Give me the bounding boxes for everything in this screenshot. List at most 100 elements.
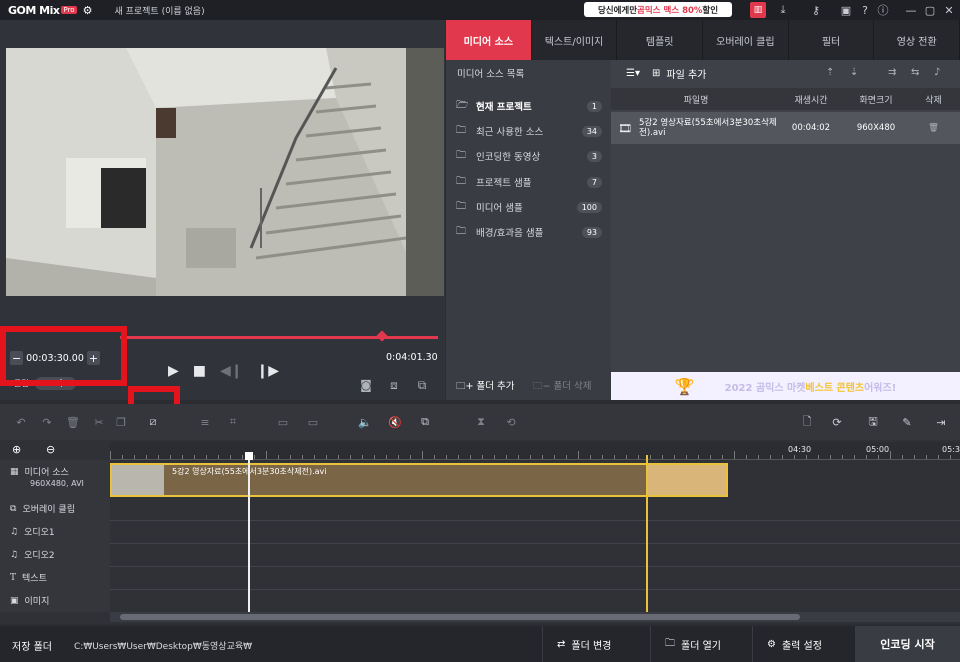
tab-media-source[interactable]: 미디어 소스 (446, 20, 532, 60)
replace-icon[interactable]: ⇆ (911, 67, 919, 78)
folder-add-button[interactable]: 🗀+ 폴더 추가 (456, 378, 514, 395)
total-duration: 0:04:01.30 (386, 352, 438, 363)
volume-icon[interactable]: 🔈 (356, 413, 374, 431)
ruler-tick (530, 455, 531, 459)
source-item-label: 프로젝트 샘플 (476, 178, 532, 189)
prev-frame-icon[interactable]: ◀❙ (220, 363, 243, 379)
crop-icon[interactable]: ⌗ (224, 413, 242, 431)
move-to-timeline-icon[interactable]: ⇉ (888, 67, 896, 78)
timeline-ruler[interactable] (110, 442, 960, 460)
promo-banner-button[interactable]: 당신에게만 곰믹스 맥스 80% 할인 (584, 2, 732, 17)
maximize-icon[interactable]: ▢ (922, 2, 938, 18)
source-item-bg-sfx-samples[interactable]: 🗀 배경/효과음 샘플 93 (456, 221, 602, 243)
file-duration: 00:04:02 (791, 123, 831, 133)
audio-icon[interactable]: ♪ (934, 67, 940, 78)
track-image[interactable]: ▣ 이미지 (10, 594, 49, 608)
gift-icon[interactable]: ▥ (750, 2, 766, 18)
gear-icon[interactable]: ⚙ (83, 4, 93, 17)
ruler-tick (554, 455, 555, 459)
file-table-row[interactable]: 🎞 5강2 영상자료(55초에서3분30초삭제전).avi 00:04:02 9… (611, 112, 960, 144)
seek-bar[interactable] (120, 336, 438, 339)
snapshot-icon[interactable]: ◙ (358, 377, 374, 393)
source-item-current-project[interactable]: 🗁 현재 프로젝트 1 (456, 95, 602, 117)
add-file-button[interactable]: 파일 추가 (666, 66, 706, 81)
playhead-handle[interactable] (245, 452, 253, 460)
start-encoding-button[interactable]: 인코딩 시작 (855, 626, 960, 662)
next-frame-icon[interactable]: ❙▶ (257, 363, 280, 379)
source-item-media-samples[interactable]: 🗀 미디어 샘플 100 (456, 196, 602, 218)
track-media-source[interactable]: ▦ 미디어 소스 (10, 465, 69, 479)
cut-icon[interactable]: ✂ (90, 413, 108, 431)
ruler-tick (374, 455, 375, 459)
promo-prefix: 당신에게만 (597, 5, 638, 16)
track-overlay[interactable]: ⧉ 오버레이 클립 (10, 502, 75, 516)
stop-icon[interactable]: ■ (193, 363, 206, 379)
speed-icon[interactable]: ⧗ (472, 413, 490, 431)
award-banner[interactable]: 🏆 2022 곰믹스 마켓 베스트 콘텐츠 어워즈! (611, 372, 960, 400)
image-in-icon[interactable]: ▭ (274, 413, 292, 431)
sort-down-icon[interactable]: ⇣ (850, 67, 858, 78)
trim-marker[interactable] (646, 455, 648, 613)
help-icon[interactable]: ? (857, 2, 873, 18)
zoom-in-icon[interactable]: ⊕ (12, 443, 21, 456)
playhead[interactable] (248, 455, 250, 613)
open-folder-button[interactable]: 🗀 폴더 열기 (650, 626, 750, 662)
adjust-icon[interactable]: ≡ (196, 413, 214, 431)
source-item-encoded[interactable]: 🗀 인코딩한 동영상 3 (456, 145, 602, 167)
trash-icon[interactable]: 🗑 (911, 123, 956, 133)
zoom-out-icon[interactable]: ⊖ (46, 443, 55, 456)
undo-icon[interactable]: ↶ (12, 413, 30, 431)
rotate-icon[interactable]: ⟲ (502, 413, 520, 431)
output-settings-button[interactable]: ⚙ 출력 설정 (752, 626, 855, 662)
save-icon[interactable]: 🖫 (864, 413, 882, 431)
tab-transition[interactable]: 영상 전환 (874, 20, 960, 60)
delete-icon[interactable]: 🗑 (64, 413, 82, 431)
tab-overlay-clip[interactable]: 오버레이 클립 (703, 20, 789, 60)
add-file-icon[interactable]: ⊞ (652, 68, 660, 79)
source-item-recent[interactable]: 🗀 최근 사용한 소스 34 (456, 120, 602, 142)
split-view-icon[interactable]: ⧈ (386, 377, 402, 393)
split-icon[interactable]: ⧄ (144, 413, 162, 431)
download-icon[interactable]: ⤓ (775, 2, 791, 18)
info-icon[interactable]: ⓘ (875, 2, 891, 18)
play-icon[interactable]: ▶ (168, 363, 179, 379)
ruler-tick (806, 455, 807, 459)
change-folder-button[interactable]: ⇄ 폴더 변경 (542, 626, 647, 662)
col-size: 화면크기 (859, 95, 893, 106)
new-project-icon[interactable]: 🗋 (798, 413, 816, 431)
minimize-icon[interactable]: — (903, 2, 919, 18)
close-icon[interactable]: ✕ (941, 2, 957, 18)
save-as-icon[interactable]: ✎ (898, 413, 916, 431)
mute-icon[interactable]: 🔇 (386, 413, 404, 431)
redo-icon[interactable]: ↷ (38, 413, 56, 431)
copy-icon[interactable]: ❐ (112, 413, 130, 431)
ruler-tick (854, 455, 855, 459)
ruler-tick (206, 455, 207, 459)
tab-filter[interactable]: 필터 (789, 20, 875, 60)
key-icon[interactable]: ⚷ (808, 2, 824, 18)
source-item-project-samples[interactable]: 🗀 프로젝트 샘플 7 (456, 171, 602, 193)
sort-up-icon[interactable]: ⇡ (826, 67, 834, 78)
promo-suffix: 할인 (702, 5, 719, 16)
tab-text-image[interactable]: 텍스트/이미지 (532, 20, 618, 60)
fullscreen-icon[interactable]: ⧉ (414, 377, 430, 393)
track-audio2[interactable]: ♫ 오디오2 (10, 548, 55, 562)
source-item-count: 100 (576, 201, 602, 213)
export-icon[interactable]: ⇥ (932, 413, 950, 431)
track-text[interactable]: T 텍스트 (10, 571, 47, 585)
ruler-tick (722, 455, 723, 459)
notice-icon[interactable]: ▣ (838, 2, 854, 18)
ruler-tick (158, 455, 159, 459)
track-label: 텍스트 (22, 574, 47, 584)
open-project-icon[interactable]: ⟳ (828, 413, 846, 431)
tab-template[interactable]: 템플릿 (617, 20, 704, 60)
track-audio1[interactable]: ♫ 오디오1 (10, 525, 55, 539)
folder-delete-button[interactable]: 🗀− 폴더 삭제 (533, 378, 591, 395)
layers-icon[interactable]: ⧉ (416, 413, 434, 431)
image-out-icon[interactable]: ▭ (304, 413, 322, 431)
list-view-icon[interactable]: ☰▾ (626, 68, 640, 79)
timeline-scroll-thumb[interactable] (120, 614, 800, 620)
ruler-tick (818, 455, 819, 459)
music-icon: ♫ (10, 526, 19, 537)
timeline-clip-tail[interactable] (648, 463, 728, 497)
